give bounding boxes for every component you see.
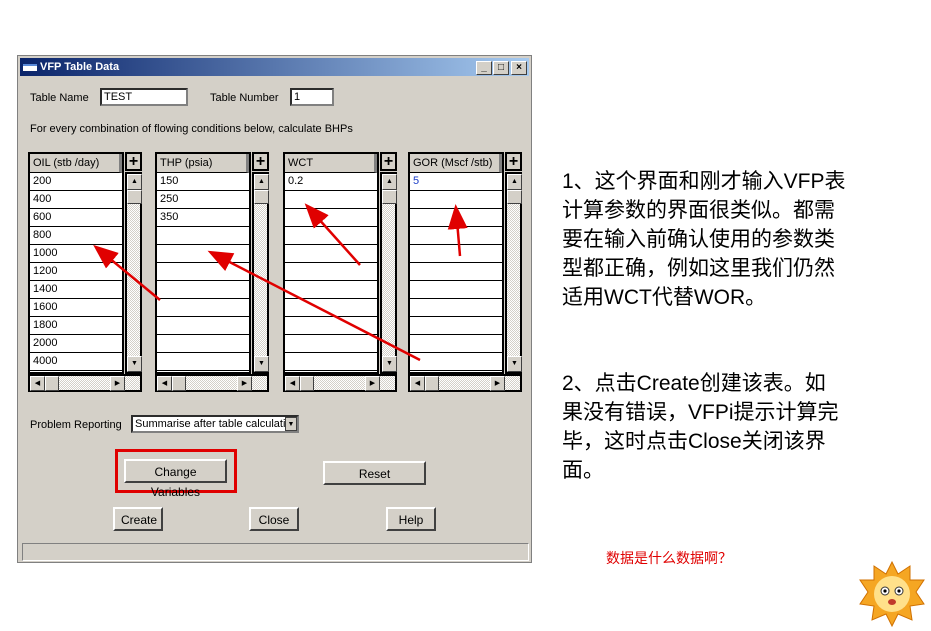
note-line: 型都正确，例如这里我们仍然 <box>562 257 835 280</box>
note-line: 果没有错误，VFPi提示计算完 <box>562 401 839 424</box>
note-line: 计算参数的界面很类似。都需 <box>562 199 835 222</box>
note-line: 2、点击Create创建该表。如 <box>562 372 826 395</box>
arrow-gor <box>447 204 468 257</box>
note-line: 面。 <box>562 459 604 482</box>
arrow-thp <box>207 250 421 362</box>
note-line: 毕，这时点击Close关闭该界 <box>562 430 826 453</box>
sun-emoticon-icon <box>859 560 925 628</box>
comment-text: 数据是什么数据啊？ <box>606 550 732 566</box>
note-line: 要在输入前确认使用的参数类 <box>562 228 835 251</box>
note-line: 适用WCT代替WOR。 <box>562 286 767 309</box>
note-line: 1、这个界面和刚才输入VFP表 <box>562 170 846 193</box>
note-2: 2、点击Create创建该表。如 果没有错误，VFPi提示计算完 毕，这时点击C… <box>562 369 839 485</box>
note-1: 1、这个界面和刚才输入VFP表 计算参数的界面很类似。都需 要在输入前确认使用的… <box>562 167 846 312</box>
arrow-oil <box>93 244 161 301</box>
annotation-arrows <box>93 203 468 362</box>
arrow-wct <box>304 203 361 266</box>
